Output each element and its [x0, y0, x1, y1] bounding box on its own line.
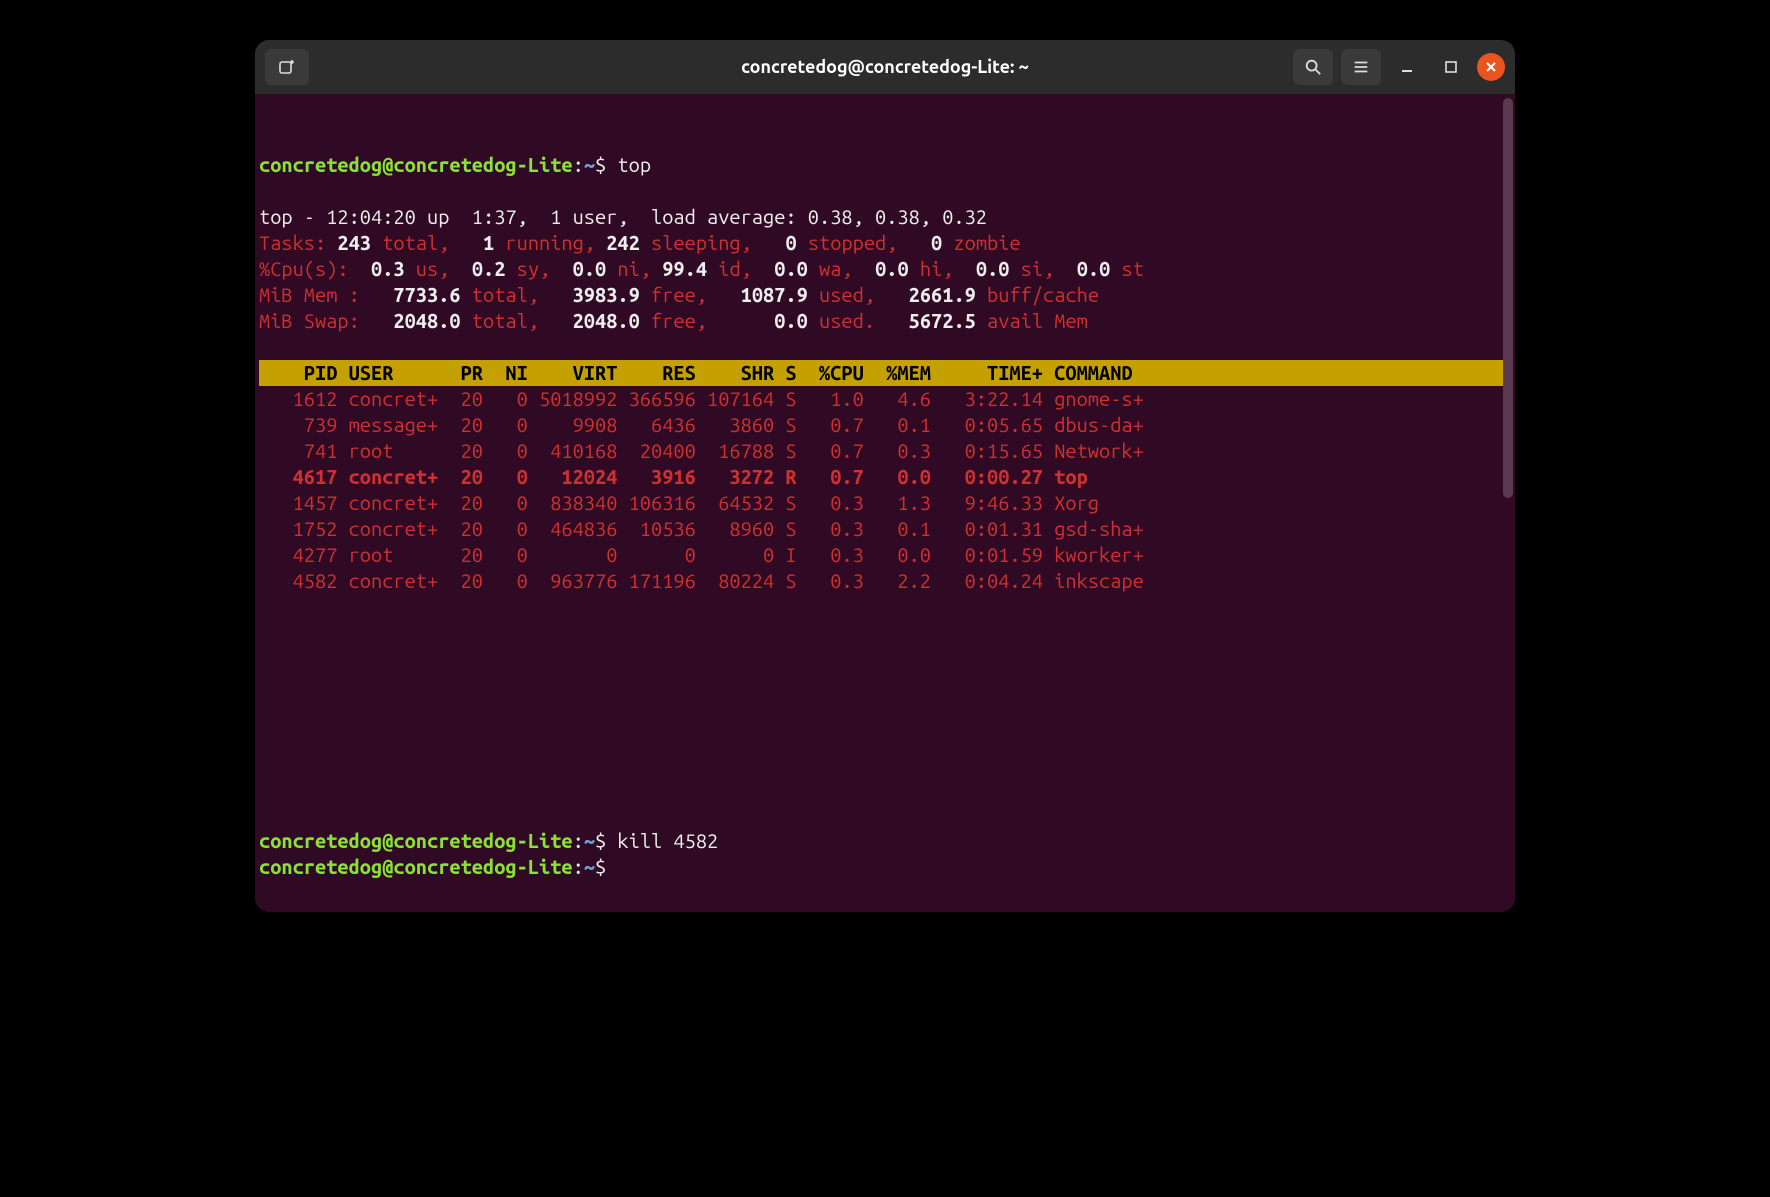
tasks-total-l: total,	[371, 231, 483, 254]
titlebar: concretedog@concretedog-Lite: ~	[255, 40, 1515, 94]
mem-used: 1087.9	[741, 283, 808, 306]
cpu-si-l: si,	[1009, 257, 1076, 280]
swap-label: MiB Swap:	[259, 309, 393, 332]
search-button[interactable]	[1293, 49, 1333, 85]
mem-used-l: used,	[808, 283, 909, 306]
close-icon	[1485, 61, 1497, 73]
cpu-label: %Cpu(s):	[259, 257, 371, 280]
swap-free: 2048.0	[573, 309, 640, 332]
swap-total-l: total,	[461, 309, 573, 332]
prompt-sep: :	[573, 855, 584, 878]
mem-buff-l: buff/cache	[976, 283, 1099, 306]
terminal-window: concretedog@concretedog-Lite: ~ concrete…	[255, 40, 1515, 912]
tasks-sleeping-l: sleeping,	[640, 231, 786, 254]
tasks-running-l: running,	[494, 231, 606, 254]
minimize-icon	[1400, 60, 1414, 74]
cpu-wa-l: wa,	[808, 257, 875, 280]
swap-used: 0.0	[774, 309, 808, 332]
tasks-stopped: 0	[785, 231, 796, 254]
cpu-us-l: us,	[405, 257, 472, 280]
maximize-button[interactable]	[1433, 49, 1469, 85]
top-cpu-line: %Cpu(s): 0.3 us, 0.2 sy, 0.0 ni, 99.4 id…	[259, 257, 1144, 280]
new-tab-button[interactable]	[265, 49, 309, 85]
hamburger-icon	[1352, 58, 1370, 76]
process-row: 1752 concret+ 20 0 464836 10536 8960 S 0…	[259, 517, 1144, 540]
scrollbar[interactable]	[1503, 98, 1513, 498]
cpu-wa: 0.0	[774, 257, 808, 280]
prompt-dollar: $	[595, 153, 617, 176]
cpu-sy: 0.2	[472, 257, 506, 280]
process-row: 4277 root 20 0 0 0 0 I 0.3 0.0 0:01.59 k…	[259, 543, 1144, 566]
tasks-total: 243	[337, 231, 371, 254]
new-tab-icon	[277, 57, 297, 77]
swap-total: 2048.0	[393, 309, 460, 332]
cpu-sy-l: sy,	[505, 257, 572, 280]
terminal-body[interactable]: concretedog@concretedog-Lite:~$ top top …	[255, 94, 1515, 912]
process-list: 1612 concret+ 20 0 5018992 366596 107164…	[259, 387, 1144, 592]
process-row: 1457 concret+ 20 0 838340 106316 64532 S…	[259, 491, 1099, 514]
cpu-id-l: id,	[707, 257, 774, 280]
mem-free-l: free,	[640, 283, 741, 306]
prompt-user-host: concretedog@concretedog-Lite	[259, 153, 573, 176]
swap-free-l: free,	[640, 309, 774, 332]
close-button[interactable]	[1477, 53, 1505, 81]
tasks-running: 1	[483, 231, 494, 254]
prompt-dollar: $	[595, 855, 617, 878]
prompt-user-host: concretedog@concretedog-Lite	[259, 829, 573, 852]
cpu-us: 0.3	[371, 257, 405, 280]
swap-avail-l: avail Mem	[976, 309, 1088, 332]
mem-free: 3983.9	[573, 283, 640, 306]
tasks-stopped-l: stopped,	[797, 231, 931, 254]
top-tasks-line: Tasks: 243 total, 1 running, 242 sleepin…	[259, 231, 1021, 254]
cpu-ni-l: ni,	[606, 257, 662, 280]
top-column-header: PID USER PR NI VIRT RES SHR S %CPU %MEM …	[259, 360, 1511, 386]
top-swap-line: MiB Swap: 2048.0 total, 2048.0 free, 0.0…	[259, 309, 1088, 332]
prompt-line-2: concretedog@concretedog-Lite:~$ kill 458…	[259, 829, 718, 852]
prompt-sep: :	[573, 829, 584, 852]
cpu-si: 0.0	[976, 257, 1010, 280]
swap-avail: 5672.5	[909, 309, 976, 332]
prompt-dollar: $	[595, 829, 617, 852]
cpu-st: 0.0	[1077, 257, 1111, 280]
cmd-top: top	[617, 153, 651, 176]
cpu-hi: 0.0	[875, 257, 909, 280]
cpu-ni: 0.0	[573, 257, 607, 280]
swap-used-l: used.	[808, 309, 909, 332]
tasks-sleeping: 242	[606, 231, 640, 254]
process-row: 4582 concret+ 20 0 963776 171196 80224 S…	[259, 569, 1144, 592]
top-mem-line: MiB Mem : 7733.6 total, 3983.9 free, 108…	[259, 283, 1099, 306]
tasks-zombie: 0	[931, 231, 942, 254]
prompt-cwd: ~	[584, 153, 595, 176]
mem-label: MiB Mem :	[259, 283, 393, 306]
cmd-kill: kill 4582	[617, 829, 718, 852]
mem-total-l: total,	[461, 283, 573, 306]
tasks-zombie-l: zombie	[942, 231, 1020, 254]
prompt-cwd: ~	[584, 829, 595, 852]
prompt-cwd: ~	[584, 855, 595, 878]
prompt-line-1: concretedog@concretedog-Lite:~$ top	[259, 153, 651, 176]
maximize-icon	[1445, 61, 1457, 73]
cpu-st-l: st	[1110, 257, 1144, 280]
top-summary-line: top - 12:04:20 up 1:37, 1 user, load ave…	[259, 205, 987, 228]
prompt-sep: :	[573, 153, 584, 176]
mem-buff: 2661.9	[909, 283, 976, 306]
cpu-id: 99.4	[662, 257, 707, 280]
process-row: 741 root 20 0 410168 20400 16788 S 0.7 0…	[259, 439, 1144, 462]
prompt-user-host: concretedog@concretedog-Lite	[259, 855, 573, 878]
menu-button[interactable]	[1341, 49, 1381, 85]
search-icon	[1304, 58, 1322, 76]
process-row: 739 message+ 20 0 9908 6436 3860 S 0.7 0…	[259, 413, 1144, 436]
mem-total: 7733.6	[393, 283, 460, 306]
process-row: 4617 concret+ 20 0 12024 3916 3272 R 0.7…	[259, 465, 1088, 488]
minimize-button[interactable]	[1389, 49, 1425, 85]
tasks-label: Tasks:	[259, 231, 337, 254]
cpu-hi-l: hi,	[909, 257, 976, 280]
prompt-line-3: concretedog@concretedog-Lite:~$	[259, 855, 617, 878]
process-row: 1612 concret+ 20 0 5018992 366596 107164…	[259, 387, 1144, 410]
